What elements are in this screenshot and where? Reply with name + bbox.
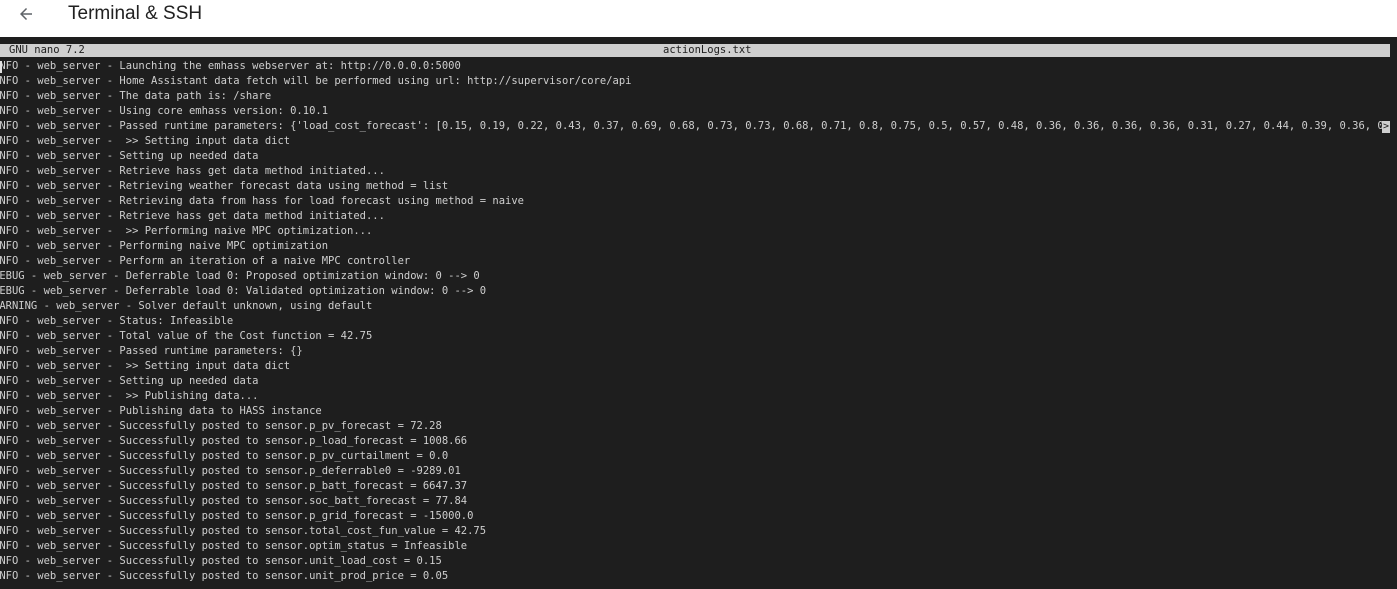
log-line: INFO - web_server - Passed runtime param… (0, 345, 303, 357)
nano-version: GNU nano 7.2 (9, 44, 85, 56)
log-line: INFO - web_server - Launching the emhass… (0, 60, 461, 72)
nano-title-bar: GNU nano 7.2 actionLogs.txt (0, 44, 1390, 57)
log-line: INFO - web_server - Successfully posted … (0, 555, 442, 567)
log-line: INFO - web_server - Using core emhass ve… (0, 105, 329, 117)
log-line: INFO - web_server - Successfully posted … (0, 435, 468, 447)
log-line: INFO - web_server - Perform an iteration… (0, 255, 411, 267)
log-line: INFO - web_server - Status: Infeasible (0, 315, 234, 327)
log-line: INFO - web_server - Successfully posted … (0, 420, 442, 432)
log-line: INFO - web_server - Publishing data to H… (0, 405, 322, 417)
terminal-window[interactable]: GNU nano 7.2 actionLogs.txt INFO - web_s… (0, 37, 1397, 589)
text-cursor (0, 61, 2, 73)
log-line: INFO - web_server - Successfully posted … (0, 570, 449, 582)
back-button[interactable] (10, 0, 42, 27)
log-line: INFO - web_server - Setting up needed da… (0, 375, 259, 387)
log-line: WARNING - web_server - Solver default un… (0, 300, 373, 312)
log-line: INFO - web_server - >> Performing naive … (0, 225, 373, 237)
log-line: INFO - web_server - Successfully posted … (0, 450, 449, 462)
log-line: INFO - web_server - Successfully posted … (0, 525, 487, 537)
log-line: INFO - web_server - Setting up needed da… (0, 150, 259, 162)
log-line: DEBUG - web_server - Deferrable load 0: … (0, 270, 480, 282)
log-line: INFO - web_server - Total value of the C… (0, 330, 373, 342)
log-content[interactable]: INFO - web_server - Launching the emhass… (0, 59, 1390, 584)
log-line: INFO - web_server - Performing naive MPC… (0, 240, 329, 252)
log-line: INFO - web_server - Retrieving weather f… (0, 180, 449, 192)
log-line: INFO - web_server - Passed runtime param… (0, 120, 1390, 132)
nano-filename: actionLogs.txt (663, 44, 752, 56)
log-line: INFO - web_server - Successfully posted … (0, 495, 468, 507)
log-line: INFO - web_server - The data path is: /s… (0, 90, 272, 102)
log-line: INFO - web_server - Home Assistant data … (0, 75, 632, 87)
log-line: INFO - web_server - Successfully posted … (0, 480, 468, 492)
arrow-left-icon (17, 5, 35, 23)
page-title: Terminal & SSH (68, 3, 203, 24)
log-line: INFO - web_server - Retrieve hass get da… (0, 210, 385, 222)
log-line: INFO - web_server - >> Publishing data..… (0, 390, 259, 402)
line-overflow-indicator: > (1382, 121, 1390, 133)
log-line: INFO - web_server - Retrieving data from… (0, 195, 525, 207)
log-line: INFO - web_server - Successfully posted … (0, 465, 461, 477)
log-line: INFO - web_server - >> Setting input dat… (0, 360, 291, 372)
log-line: INFO - web_server - Retrieve hass get da… (0, 165, 385, 177)
log-line: INFO - web_server - Successfully posted … (0, 540, 468, 552)
app-header: Terminal & SSH (0, 0, 1397, 37)
log-line: DEBUG - web_server - Deferrable load 0: … (0, 285, 487, 297)
log-line: INFO - web_server - >> Setting input dat… (0, 135, 291, 147)
log-line: INFO - web_server - Successfully posted … (0, 510, 474, 522)
